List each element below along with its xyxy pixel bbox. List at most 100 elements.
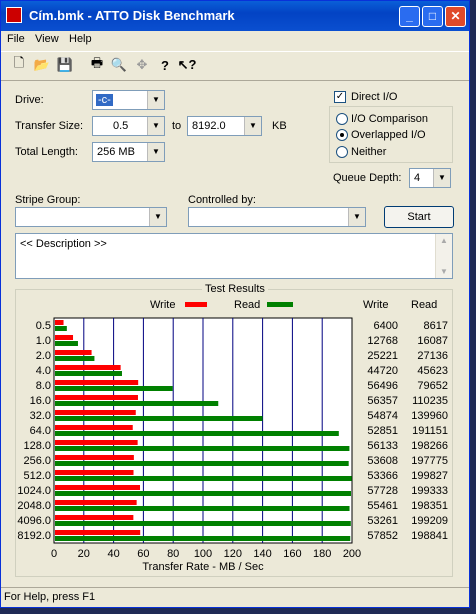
scroll-up-icon[interactable]: ▲ [436,234,452,247]
write-bar [55,485,141,490]
drive-label: Drive: [15,94,44,106]
controlled-by-label: Controlled by: [188,194,256,206]
category-label: 4096.0 [17,515,51,527]
write-bar [55,335,74,340]
toolbar: 🗋 📂 💾 🖶 🔍 ✥ ? ↖? [1,51,469,81]
overlapped-io-radio[interactable] [336,129,348,141]
transfer-rate-chart: 0 20 40 60 80 100 120 140 160 180 200 Transfer Rate… [17,317,448,573]
x-tick-label: 180 [313,548,331,560]
write-bar [55,455,134,460]
write-value-label: 44720 [367,365,398,377]
menu-view[interactable]: View [35,33,59,45]
chevron-down-icon[interactable]: ▼ [348,208,365,226]
neither-radio[interactable] [336,146,348,158]
read-bar [55,536,351,541]
read-bar [55,416,263,421]
read-value-label: 198351 [411,500,448,512]
close-button[interactable]: ✕ [445,6,466,27]
io-comparison-radio[interactable] [336,113,348,125]
minimize-button[interactable]: _ [399,6,420,27]
x-tick-label: 60 [137,548,149,560]
category-label: 8.0 [36,380,51,392]
write-bar [55,365,121,370]
drive-value: -c- [96,94,113,106]
read-bar [55,476,352,481]
write-value-label: 6400 [374,320,398,332]
status-text: For Help, press F1 [4,591,96,603]
to-label: to [172,120,182,132]
read-value-label: 198266 [411,440,448,452]
chevron-down-icon[interactable]: ▼ [149,208,166,226]
write-bar [55,395,138,400]
move-icon[interactable]: ✥ [132,55,152,75]
x-tick-label: 200 [343,548,361,560]
neither-label: Neither [351,146,387,158]
write-value-label: 54874 [367,410,398,422]
x-tick-label: 20 [78,548,90,560]
total-length-select[interactable]: 256 MB ▼ [92,142,165,162]
app-window: Cím.bmk - ATTO Disk Benchmark _ □ ✕ File… [0,0,470,608]
drive-select[interactable]: -c- ▼ [92,90,165,110]
read-bar [55,401,219,406]
context-help-icon[interactable]: ↖? [177,55,197,75]
description-box[interactable]: << Description >> ▲ ▼ [15,233,453,279]
stripe-group-select[interactable]: ▼ [15,207,167,227]
print-icon[interactable]: 🖶 [87,55,107,75]
read-bar [55,341,78,346]
write-bar [55,500,137,505]
chevron-down-icon[interactable]: ▼ [147,91,164,109]
write-value-label: 56357 [367,395,398,407]
read-bar [55,491,352,496]
save-icon[interactable]: 💾 [55,55,75,75]
x-tick-label: 160 [283,548,301,560]
maximize-button[interactable]: □ [422,6,443,27]
write-bar [55,425,133,430]
chevron-down-icon[interactable]: ▼ [147,117,164,135]
controlled-by-select[interactable]: ▼ [188,207,366,227]
write-value-label: 56496 [367,380,398,392]
queue-depth-label: Queue Depth: [333,172,402,184]
read-bar [55,371,122,376]
category-label: 512.0 [23,470,51,482]
write-value-label: 53366 [367,470,398,482]
start-button[interactable]: Start [384,206,454,228]
category-label: 2.0 [36,350,51,362]
write-value-label: 56133 [367,440,398,452]
read-value-label: 110235 [412,395,448,407]
open-folder-icon[interactable]: 📂 [32,55,52,75]
print-preview-icon[interactable]: 🔍 [109,55,129,75]
transfer-to-select[interactable]: 8192.0 ▼ [187,116,262,136]
title-bar[interactable]: Cím.bmk - ATTO Disk Benchmark _ □ ✕ [1,1,469,31]
direct-io-label: Direct I/O [351,91,398,103]
menu-file[interactable]: File [7,33,25,45]
read-bar [55,521,351,526]
chevron-down-icon[interactable]: ▼ [244,117,261,135]
read-value-label: 198841 [411,530,448,542]
description-scrollbar[interactable]: ▲ ▼ [435,234,452,278]
write-value-label: 25221 [367,350,398,362]
direct-io-checkbox[interactable]: ✓ [334,91,346,103]
menu-help[interactable]: Help [69,33,92,45]
x-tick-label: 140 [253,548,271,560]
read-bar [55,431,339,436]
queue-depth-select[interactable]: 4 ▼ [409,168,451,188]
category-label: 0.5 [36,320,51,332]
x-tick-label: 120 [224,548,242,560]
menu-bar: File View Help [1,31,469,49]
scroll-down-icon[interactable]: ▼ [436,265,452,278]
new-doc-icon[interactable]: 🗋 [9,55,29,75]
read-value-label: 45623 [417,365,448,377]
read-bar [55,446,350,451]
description-text: << Description >> [20,238,107,250]
transfer-from-select[interactable]: 0.5 ▼ [92,116,165,136]
transfer-from-value: 0.5 [113,120,129,132]
category-label: 32.0 [30,410,51,422]
help-icon[interactable]: ? [155,55,175,75]
chevron-down-icon[interactable]: ▼ [433,169,450,187]
read-value-label: 199827 [411,470,448,482]
x-tick-label: 40 [107,548,119,560]
desktop-background-bottom [0,608,476,614]
read-bar [55,506,350,511]
chevron-down-icon[interactable]: ▼ [147,143,164,161]
write-value-label: 52851 [367,425,398,437]
